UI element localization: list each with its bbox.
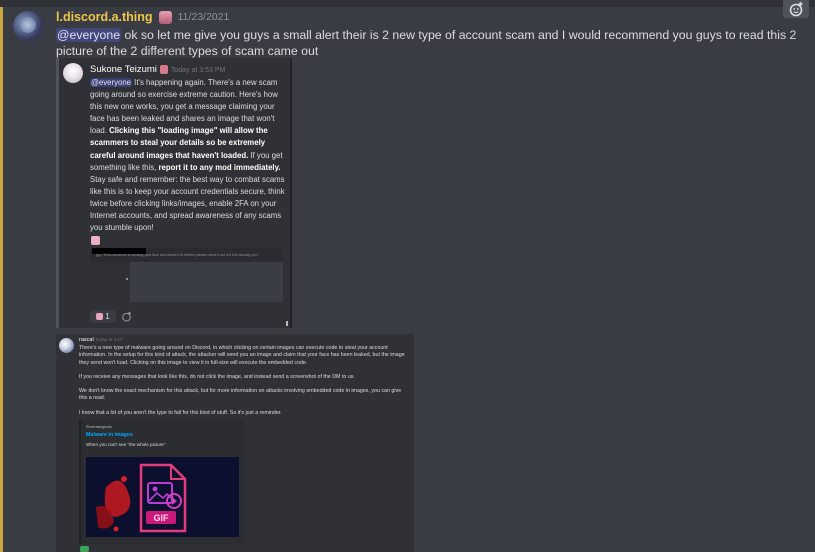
message-timestamp: 11/23/2021 xyxy=(177,11,230,23)
link-provider: Reverasingtools xyxy=(86,425,112,429)
emoji-icon xyxy=(91,236,100,245)
link-description: When you can't see "the whole picture" xyxy=(86,442,166,447)
top-toolbar-strip xyxy=(0,0,815,7)
message-text: ok so let me give you guys a small alert… xyxy=(56,28,797,58)
quoted-author-name: Sukone Teizumi xyxy=(90,64,157,75)
link-title: Malware in images xyxy=(86,432,133,438)
emoji-icon-2 xyxy=(80,546,89,552)
quoted-author-avatar-2 xyxy=(59,338,74,353)
role-badge-icon xyxy=(158,10,172,24)
cursor-mark xyxy=(286,321,288,326)
quoted-timestamp: Today at 3:53 PM xyxy=(170,67,226,74)
quoted-everyone-mention: @everyone xyxy=(90,78,132,87)
author-badge-icon xyxy=(159,64,168,74)
reaction-pill: 1 xyxy=(90,310,116,323)
add-reaction-icon xyxy=(789,2,803,17)
everyone-mention[interactable]: @everyone xyxy=(56,28,122,42)
message-header: l.discord.a.thing 11/23/2021 xyxy=(56,10,229,24)
scam-example-text: jpg / Hello someone is stealing your fac… xyxy=(96,253,260,257)
reaction-emoji-icon xyxy=(96,313,104,320)
link-preview-card: Reverasingtools Malware in images When y… xyxy=(79,420,244,544)
scam-example-image: jpg / Hello someone is stealing your fac… xyxy=(90,248,283,302)
quoted-author-line-2: rascal Today at 4:17 xyxy=(79,337,122,343)
quoted-timestamp-2: Today at 4:17 xyxy=(95,337,123,342)
add-reaction-small-icon xyxy=(122,311,131,322)
quoted-author-name-2: rascal xyxy=(79,337,94,343)
quoted-author-line: Sukone Teizumi Today at 3:53 PM xyxy=(90,64,225,75)
quoted-message-body-2: There's a new type of malware going arou… xyxy=(79,345,405,416)
gif-label: GIF xyxy=(154,513,170,523)
message-content: @everyone ok so let me give you guys a s… xyxy=(56,27,806,59)
quoted-message-body: @everyone It's happening again. There's … xyxy=(90,78,285,233)
screenshot-attachment-1[interactable]: Sukone Teizumi Today at 3:53 PM @everyone… xyxy=(56,58,292,328)
add-reaction-button[interactable] xyxy=(783,0,809,18)
screenshot-attachment-2[interactable]: rascal Today at 4:17 There's a new type … xyxy=(56,334,414,552)
username[interactable]: l.discord.a.thing xyxy=(56,10,153,24)
reaction-count: 1 xyxy=(105,312,110,321)
quoted-author-avatar xyxy=(63,63,83,83)
user-avatar[interactable] xyxy=(13,11,43,41)
mention-highlight-bar xyxy=(0,7,3,552)
malware-gif-image: GIF xyxy=(86,457,239,537)
